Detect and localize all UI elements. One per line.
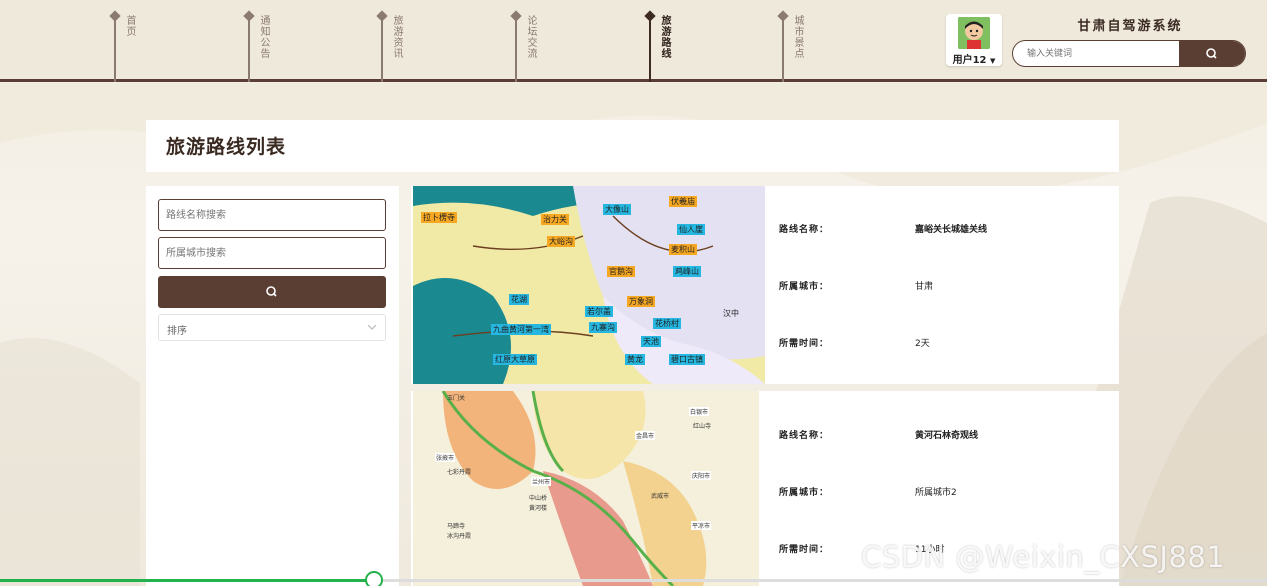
map-label: 官鹅沟	[607, 266, 635, 277]
route-card[interactable]: 拉卜楞寺 九曲黄河第一湾 红原大草原 九寨沟 天池 黄龙 碧口古镇 花桥村 万象…	[411, 186, 1119, 384]
map-label: 大像山	[603, 204, 631, 215]
filter-search-button[interactable]	[158, 276, 386, 308]
map-label: 庆阳市	[691, 471, 712, 480]
avatar-cartoon-icon	[958, 17, 990, 49]
map-label: 武威市	[651, 493, 670, 500]
route-name-value: 嘉峪关长城雄关线	[915, 225, 988, 235]
map-label: 九曲黄河第一湾	[491, 324, 551, 335]
map-label: 仙人崖	[677, 224, 705, 235]
route-time-value: 2天	[915, 339, 930, 349]
map-label: 中山桥	[529, 495, 548, 502]
caret-down-icon: ▼	[990, 57, 996, 65]
map-label: 花桥村	[653, 318, 681, 329]
route-map-image: 拉卜楞寺 九曲黄河第一湾 红原大草原 九寨沟 天池 黄龙 碧口古镇 花桥村 万象…	[413, 186, 765, 384]
nav-item-city-sights[interactable]: 城市景点	[777, 10, 803, 82]
nav-label: 城市景点	[792, 15, 803, 59]
nav-item-notices[interactable]: 通知公告	[243, 10, 269, 82]
map-label: 张掖市	[435, 453, 456, 462]
map-label: 汉中	[723, 309, 739, 318]
filter-panel: 排序	[146, 186, 399, 586]
watermark-text: CSDN @Weixin_CXSJ881	[861, 540, 1226, 574]
map-label: 红原大草原	[493, 354, 537, 365]
nav-item-travel-news[interactable]: 旅游资讯	[376, 10, 402, 82]
nav-label: 首页	[124, 15, 135, 37]
route-map-image: 玉门关 七彩丹霞 兰州市 白银市 张掖市 金昌市 武威市 红山寺 中山桥 黄河楼…	[413, 391, 759, 586]
top-header: 首页 通知公告 旅游资讯 论坛交流 旅游路线 城市景点 用户12 ▼ 甘肃自驾游…	[0, 0, 1267, 82]
nav-item-forum[interactable]: 论坛交流	[510, 10, 536, 82]
route-name-value: 黄河石林奇观线	[915, 431, 979, 441]
route-name-search-input[interactable]	[158, 199, 386, 231]
page-progress-bar	[0, 571, 1267, 586]
map-label: 若尔盖	[585, 306, 613, 317]
page-title-bar: 旅游路线列表	[146, 120, 1119, 172]
route-city-value: 所属城市2	[915, 488, 957, 498]
map-label: 黄河楼	[529, 505, 548, 512]
map-label: 鸡峰山	[673, 266, 701, 277]
route-name-label: 路线名称：	[779, 225, 830, 235]
route-name-label: 路线名称：	[779, 431, 830, 441]
map-label: 碧口古镇	[669, 354, 705, 365]
search-button[interactable]	[1179, 41, 1245, 66]
map-label: 治力关	[541, 214, 569, 225]
nav-item-home[interactable]: 首页	[109, 10, 135, 82]
map-image-jiayuguan	[413, 186, 765, 384]
map-label: 金昌市	[635, 431, 656, 440]
nav-item-travel-routes[interactable]: 旅游路线	[644, 10, 670, 82]
sort-label: 排序	[167, 326, 187, 337]
map-label: 天池	[641, 336, 661, 347]
sort-select[interactable]: 排序	[158, 314, 386, 341]
nav-label: 旅游资讯	[391, 15, 402, 59]
search-icon	[266, 286, 277, 297]
site-title: 甘肃自驾游系统	[1077, 19, 1183, 34]
search-icon	[1206, 48, 1217, 59]
map-label: 黄龙	[625, 354, 645, 365]
map-label: 白银市	[689, 407, 710, 416]
map-label: 万象洞	[627, 296, 655, 307]
map-label: 玉门关	[447, 395, 466, 402]
progress-handle[interactable]	[364, 571, 383, 586]
route-time-label: 所需时间：	[779, 339, 830, 349]
map-label: 红山寺	[693, 423, 712, 430]
nav-label: 旅游路线	[659, 15, 670, 59]
user-menu[interactable]: 用户12 ▼	[946, 14, 1002, 66]
map-label: 花湖	[509, 294, 529, 305]
page-title: 旅游路线列表	[166, 136, 287, 158]
username: 用户12	[952, 55, 987, 66]
nav-label: 论坛交流	[525, 15, 536, 59]
nav-label: 通知公告	[258, 15, 269, 59]
search-input[interactable]	[1013, 41, 1181, 66]
avatar	[958, 17, 990, 49]
map-label: 兰州市	[531, 477, 552, 486]
header-search	[1012, 40, 1246, 67]
map-label: 七彩丹霞	[447, 469, 472, 476]
map-label: 九寨沟	[589, 322, 617, 333]
map-label: 麦积山	[669, 244, 697, 255]
map-label: 冰沟丹霞	[447, 533, 472, 540]
map-label: 拉卜楞寺	[421, 212, 457, 223]
map-label: 伏羲庙	[669, 196, 697, 207]
route-city-value: 甘肃	[915, 282, 934, 292]
map-label: 大峪沟	[547, 236, 575, 247]
map-label: 平凉市	[691, 521, 712, 530]
route-city-label: 所属城市：	[779, 282, 830, 292]
chevron-down-icon	[367, 324, 377, 330]
map-label: 马蹄寺	[447, 523, 466, 530]
progress-fill	[0, 579, 374, 582]
route-city-label: 所属城市：	[779, 488, 830, 498]
city-search-input[interactable]	[158, 237, 386, 269]
